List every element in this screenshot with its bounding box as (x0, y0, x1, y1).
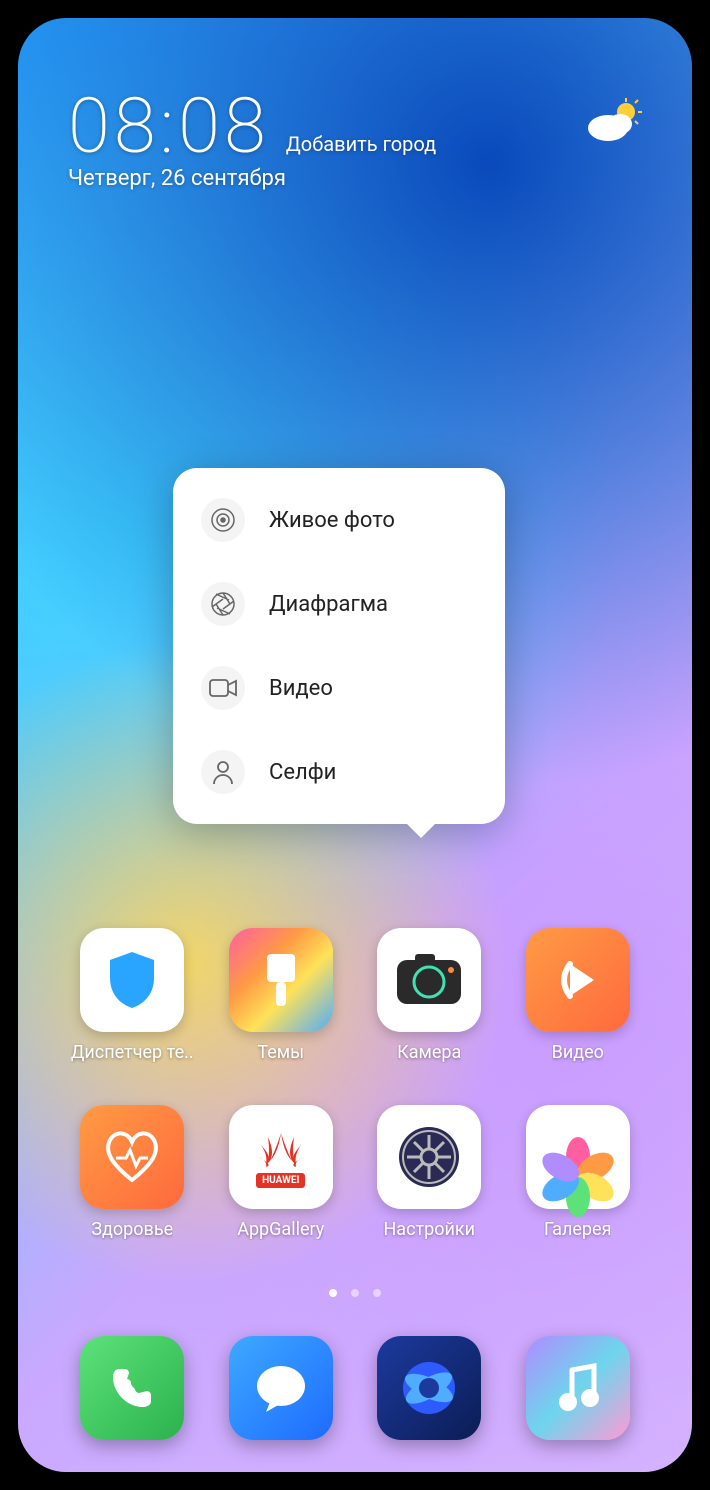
app-settings[interactable]: Настройки (355, 1105, 504, 1240)
app-label: AppGallery (237, 1219, 324, 1240)
app-browser[interactable] (355, 1336, 504, 1440)
page-indicator (18, 1289, 692, 1297)
app-video[interactable]: Видео (504, 928, 653, 1063)
paintbrush-icon (229, 928, 333, 1032)
play-icon (526, 928, 630, 1032)
app-label: Темы (257, 1042, 304, 1063)
popover-label: Диафрагма (269, 592, 388, 617)
app-gallery[interactable]: Галерея (504, 1105, 653, 1240)
gear-icon (377, 1105, 481, 1209)
page-dot (329, 1289, 337, 1297)
app-health[interactable]: Здоровье (58, 1105, 207, 1240)
home-screen[interactable]: 08:08 Добавить город Четверг, 26 сентябр… (18, 18, 692, 1472)
app-appgallery[interactable]: HUAWEI AppGallery (207, 1105, 356, 1240)
popover-item-video[interactable]: Видео (173, 646, 505, 730)
popover-label: Селфи (269, 760, 336, 785)
app-label: Здоровье (91, 1219, 173, 1240)
clock-date: Четверг, 26 сентября (68, 166, 436, 191)
flower-icon (526, 1105, 630, 1209)
popover-item-live-photo[interactable]: Живое фото (173, 478, 505, 562)
heart-icon (80, 1105, 184, 1209)
app-music[interactable] (504, 1336, 653, 1440)
popover-item-selfie[interactable]: Селфи (173, 730, 505, 814)
app-label: Видео (552, 1042, 604, 1063)
page-dot (373, 1289, 381, 1297)
popover-label: Видео (269, 676, 333, 701)
app-themes[interactable]: Темы (207, 928, 356, 1063)
selfie-icon (201, 750, 245, 794)
app-phone-manager[interactable]: Диспетчер те.. (58, 928, 207, 1063)
app-messaging[interactable] (207, 1336, 356, 1440)
phone-icon (80, 1336, 184, 1440)
weather-icon[interactable] (586, 98, 642, 191)
app-camera[interactable]: Камера (355, 928, 504, 1063)
app-label: Диспетчер те.. (71, 1042, 194, 1063)
popover-item-aperture[interactable]: Диафрагма (173, 562, 505, 646)
app-label: Галерея (544, 1219, 611, 1240)
page-dot (351, 1289, 359, 1297)
clock-time: 08:08 (68, 88, 270, 164)
video-icon (201, 666, 245, 710)
camera-icon (377, 928, 481, 1032)
app-phone[interactable] (58, 1336, 207, 1440)
aperture-icon (201, 582, 245, 626)
dock (58, 1336, 652, 1440)
camera-quick-actions-popover: Живое фото Диафрагма Видео (173, 468, 505, 824)
add-city-link[interactable]: Добавить город (286, 132, 436, 164)
chat-icon (229, 1336, 333, 1440)
target-icon (201, 498, 245, 542)
home-app-grid: Диспетчер те.. Темы Камера Видео Зд (58, 928, 652, 1240)
huawei-icon: HUAWEI (229, 1105, 333, 1209)
popover-label: Живое фото (269, 508, 395, 533)
app-label: Камера (397, 1042, 461, 1063)
shield-icon (80, 928, 184, 1032)
globe-icon (377, 1336, 481, 1440)
music-icon (526, 1336, 630, 1440)
app-label: Настройки (383, 1219, 475, 1240)
clock-weather-widget[interactable]: 08:08 Добавить город Четверг, 26 сентябр… (68, 88, 642, 191)
